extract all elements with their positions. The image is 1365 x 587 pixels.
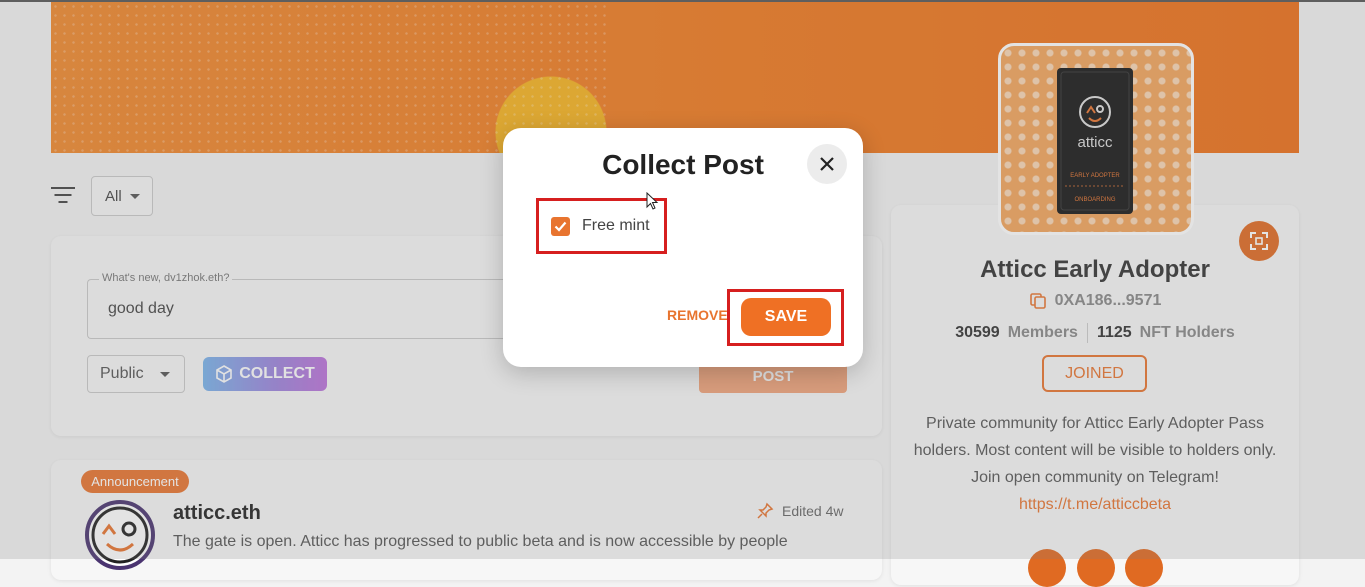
- free-mint-label[interactable]: Free mint: [582, 217, 650, 235]
- free-mint-checkbox[interactable]: [551, 217, 570, 236]
- close-icon: [820, 157, 834, 171]
- remove-button[interactable]: REMOVE: [667, 307, 728, 323]
- save-button[interactable]: SAVE: [741, 298, 831, 336]
- mouse-cursor-icon: [646, 192, 659, 210]
- close-button[interactable]: [807, 144, 847, 184]
- checkmark-icon: [554, 221, 567, 232]
